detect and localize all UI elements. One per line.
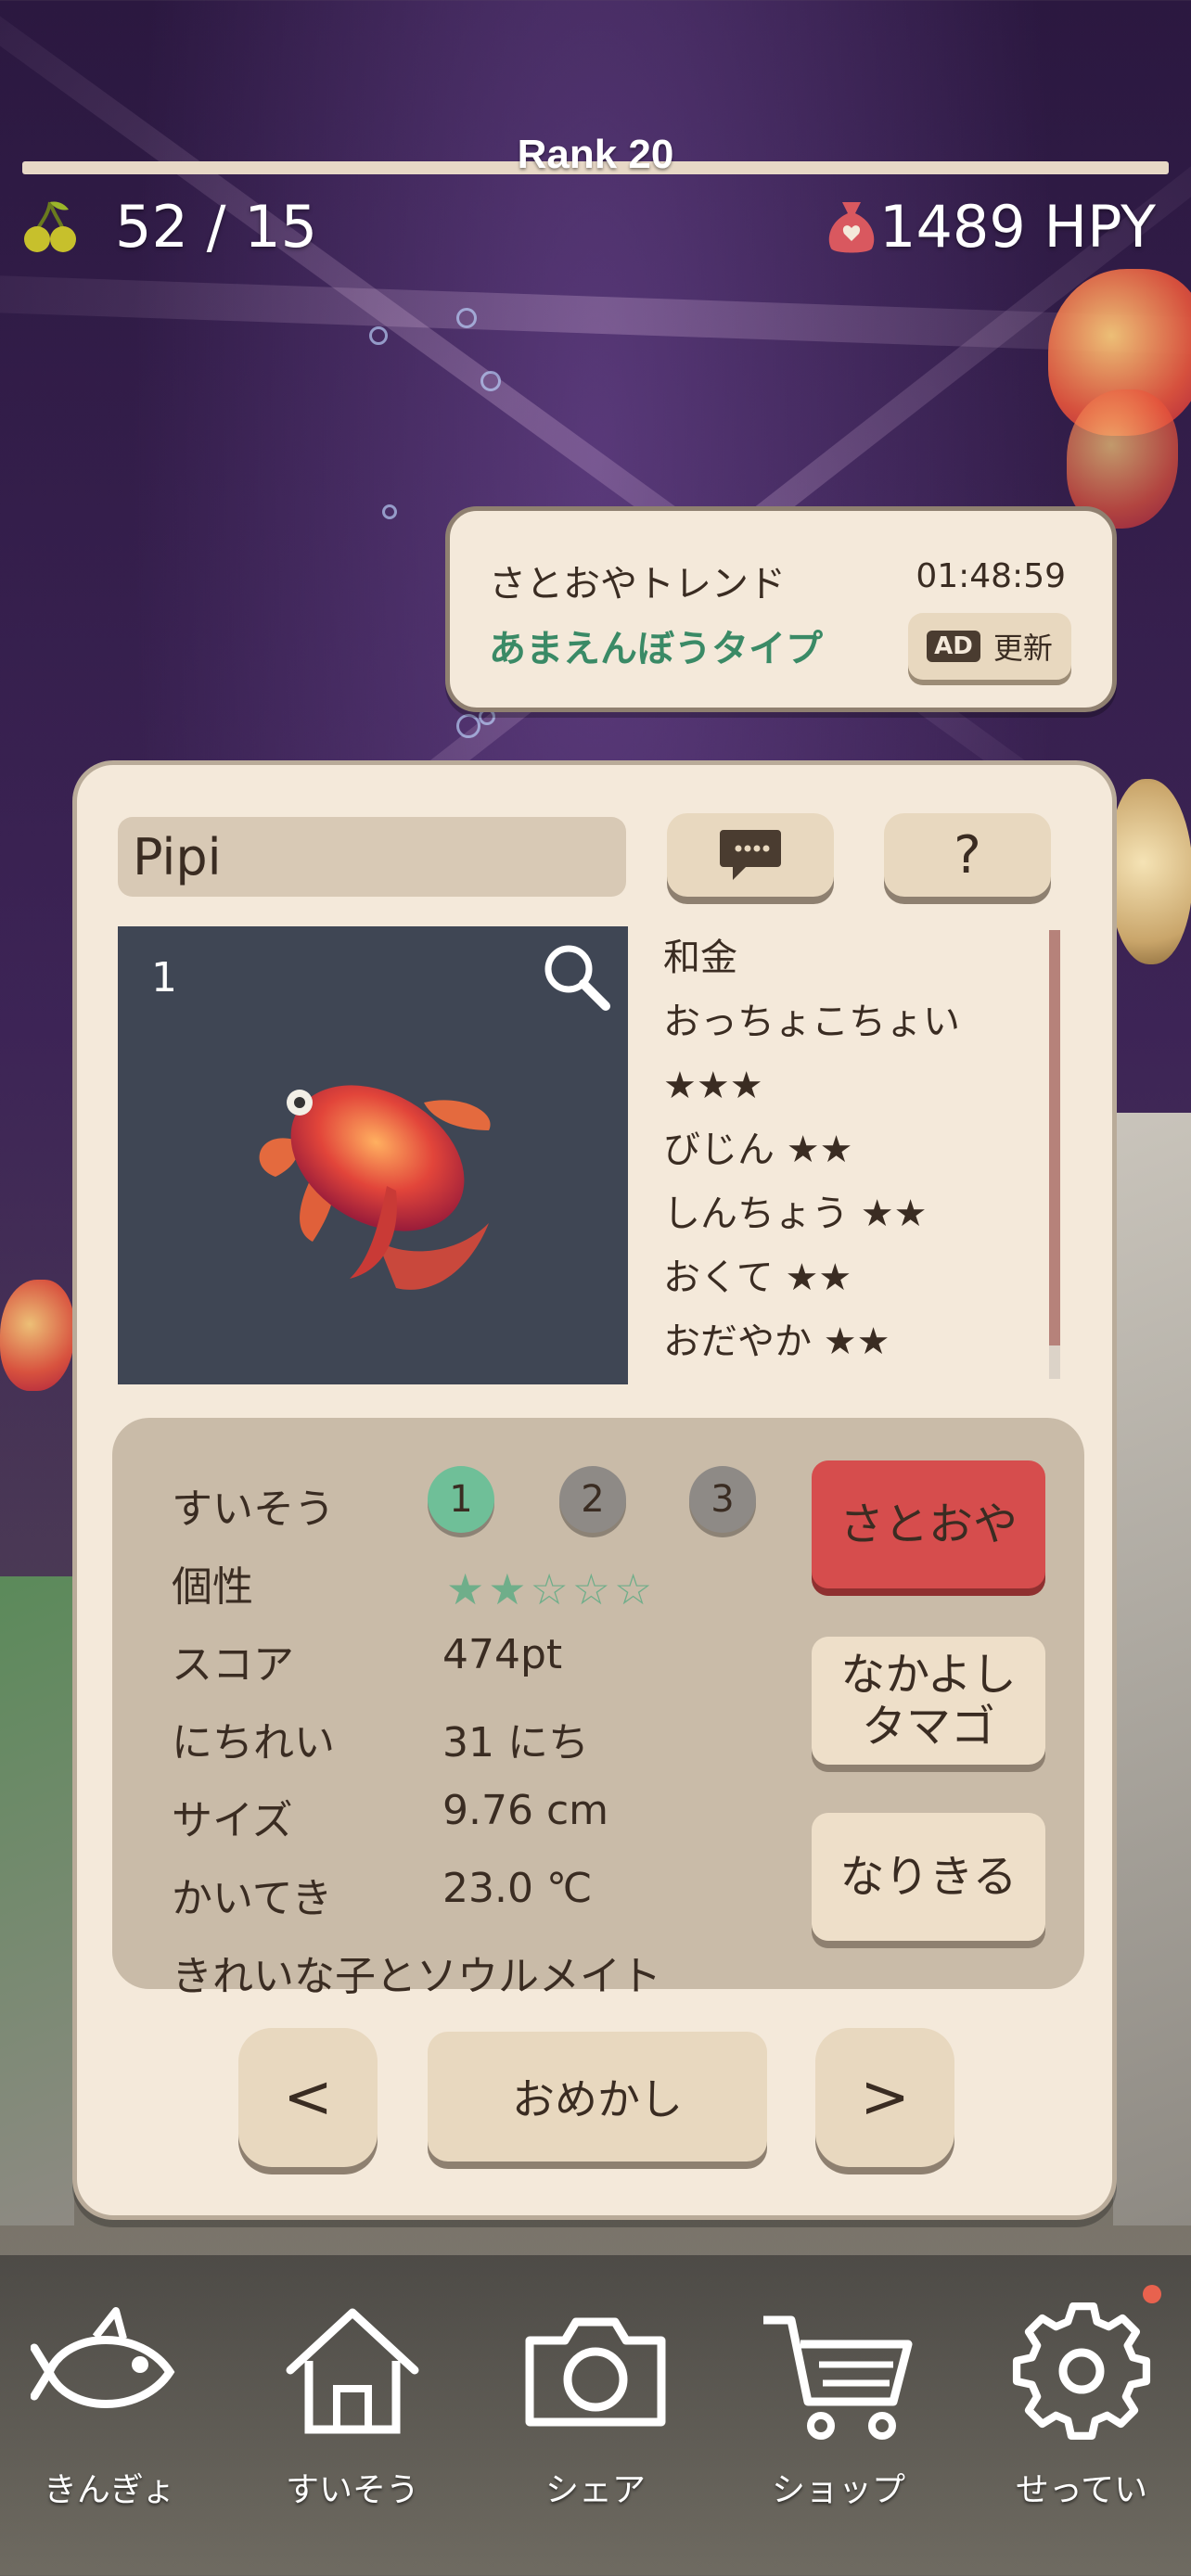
trait-item: ★★★ bbox=[663, 1065, 763, 1107]
personality-label: 個性 bbox=[172, 1563, 253, 1611]
nakayoshi-egg-button[interactable]: なかよし タマゴ bbox=[812, 1637, 1045, 1765]
size-value: 9.76 cm bbox=[442, 1787, 609, 1834]
trait-item: おっちょこちょい bbox=[663, 1001, 960, 1043]
fish-detail-panel: Pipi ? 1 和金 おっちょこちょい ★★★ びじん ★★ しんちょう ★★… bbox=[72, 760, 1117, 2220]
magnifier-icon[interactable] bbox=[539, 939, 615, 1015]
money-bag-icon bbox=[828, 202, 875, 253]
age-value: 31 にち bbox=[442, 1719, 589, 1766]
trend-card: さとおやトレンド 01:48:59 あまえんぼうタイプ AD 更新 bbox=[445, 506, 1117, 712]
cart-icon bbox=[763, 2315, 913, 2440]
nav-label: シェア bbox=[544, 2471, 646, 2509]
rank-label: Rank 20 bbox=[517, 132, 674, 177]
trait-item: びじん ★★ bbox=[663, 1129, 853, 1171]
bubble bbox=[369, 326, 388, 345]
fish-info-box: すいそう 1 2 3 個性 ★★☆☆☆ スコア 474pt にちれい 31 にち… bbox=[112, 1418, 1084, 2000]
food-counter: 52 / 15 bbox=[115, 193, 318, 261]
fish-photo[interactable]: 1 bbox=[118, 926, 628, 1384]
nav-tank[interactable]: すいそう bbox=[260, 2292, 445, 2533]
trait-item: 和金 bbox=[663, 937, 737, 979]
rock bbox=[1113, 1113, 1191, 2225]
nav-goldfish[interactable]: きんぎょ bbox=[17, 2292, 202, 2533]
nav-label: ショップ bbox=[771, 2471, 905, 2509]
gear-icon bbox=[1012, 2302, 1151, 2441]
tank-3-button[interactable]: 3 bbox=[689, 1466, 756, 1533]
goldfish-background bbox=[0, 1280, 74, 1391]
goldfish-background bbox=[1109, 779, 1191, 964]
tank-2-button[interactable]: 2 bbox=[559, 1466, 626, 1533]
nav-label: せってい bbox=[1015, 2471, 1148, 2509]
nav-label: すいそう bbox=[285, 2471, 419, 2509]
trait-list[interactable]: 和金 おっちょこちょい ★★★ びじん ★★ しんちょう ★★ おくて ★★ お… bbox=[663, 926, 1053, 1384]
nakayoshi-line2: タマゴ bbox=[861, 1701, 995, 1753]
trait-scrollbar[interactable] bbox=[1049, 930, 1060, 1345]
trait-item: しんちょう ★★ bbox=[663, 1192, 928, 1235]
nav-shop[interactable]: ショップ bbox=[746, 2292, 931, 2533]
bubble bbox=[382, 504, 397, 519]
size-label: サイズ bbox=[172, 1797, 293, 1844]
nav-settings[interactable]: せってい bbox=[989, 2292, 1174, 2533]
chat-button[interactable] bbox=[667, 813, 834, 897]
ad-refresh-button[interactable]: AD 更新 bbox=[908, 613, 1071, 680]
bottom-navigation: きんぎょ すいそう シェア ショップ せってい bbox=[0, 2255, 1191, 2576]
help-button[interactable]: ? bbox=[884, 813, 1051, 897]
trend-title: さとおやトレンド bbox=[489, 563, 786, 606]
ad-badge: AD bbox=[927, 631, 980, 662]
trait-item: おだやか ★★ bbox=[663, 1320, 890, 1363]
satooya-button[interactable]: さとおや bbox=[812, 1460, 1045, 1588]
photo-index: 1 bbox=[151, 954, 177, 1001]
goldfish-image bbox=[259, 1085, 491, 1290]
nav-label: きんぎょ bbox=[43, 2471, 176, 2509]
personality-stars: ★★☆☆☆ bbox=[446, 1564, 657, 1614]
bubble bbox=[480, 371, 501, 391]
narikiru-button[interactable]: なりきる bbox=[812, 1813, 1045, 1941]
comfort-label: かいてき bbox=[172, 1875, 333, 1922]
cherry-icon bbox=[24, 201, 76, 252]
comfort-value: 23.0 ℃ bbox=[442, 1865, 593, 1912]
goldfish-icon bbox=[31, 2307, 175, 2408]
score-value: 474pt bbox=[442, 1631, 563, 1678]
bubble bbox=[456, 714, 480, 738]
speech-bubble-icon bbox=[720, 830, 781, 880]
currency-counter: 1489 HPY bbox=[879, 193, 1157, 261]
tank-label: すいそう bbox=[172, 1486, 335, 1533]
tank-1-button[interactable]: 1 bbox=[428, 1466, 494, 1533]
omekashi-button[interactable]: おめかし bbox=[428, 2032, 767, 2162]
fish-name-field[interactable]: Pipi bbox=[118, 817, 626, 897]
refresh-label: 更新 bbox=[992, 631, 1053, 666]
prev-fish-button[interactable]: < bbox=[238, 2028, 378, 2167]
trait-item: おくて ★★ bbox=[663, 1256, 852, 1299]
trend-type: あまえんぼうタイプ bbox=[489, 628, 823, 670]
notification-dot bbox=[1143, 2285, 1161, 2303]
rock bbox=[0, 1576, 74, 2225]
trend-timer: 01:48:59 bbox=[916, 557, 1066, 595]
nakayoshi-line1: なかよし bbox=[840, 1649, 1017, 1701]
home-icon bbox=[286, 2308, 419, 2434]
score-label: スコア bbox=[172, 1641, 294, 1689]
next-fish-button[interactable]: > bbox=[815, 2028, 954, 2167]
camera-icon bbox=[525, 2317, 666, 2427]
age-label: にちれい bbox=[172, 1719, 335, 1766]
nav-share[interactable]: シェア bbox=[503, 2292, 688, 2533]
soulmate-text: きれいな子とソウルメイト bbox=[172, 1953, 661, 2000]
bubble bbox=[456, 308, 477, 328]
